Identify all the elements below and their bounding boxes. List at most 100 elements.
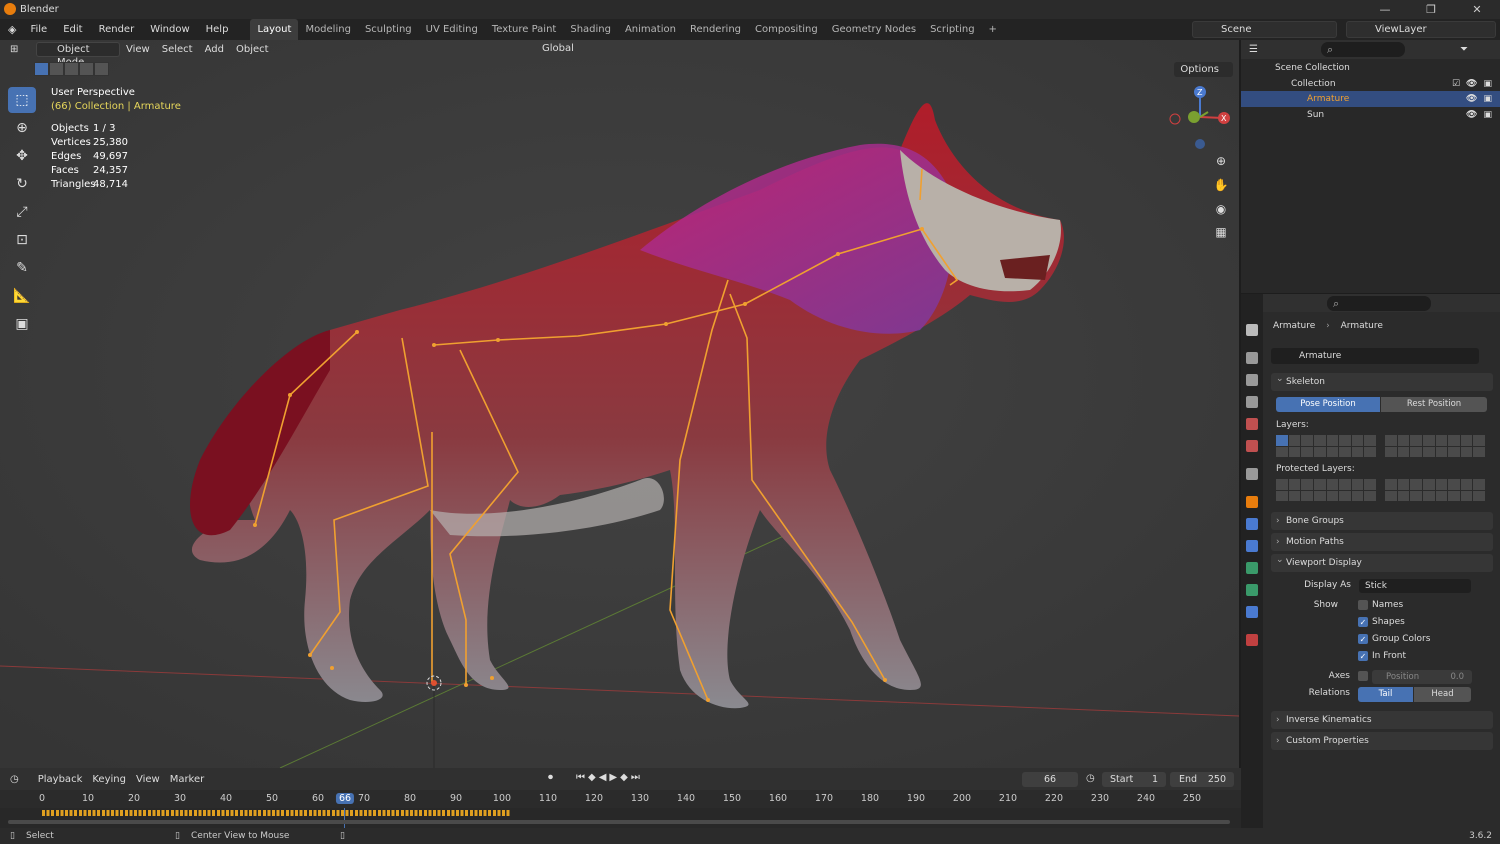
relations-head-button[interactable]: Head	[1414, 687, 1471, 702]
tab-modeling[interactable]: Modeling	[298, 19, 358, 40]
outliner-search-icon[interactable]: ⌕	[1321, 42, 1405, 57]
menu-help[interactable]: Help	[198, 19, 237, 40]
menu-window[interactable]: Window	[142, 19, 197, 40]
output-tab-icon[interactable]	[1246, 374, 1258, 386]
select-new-icon[interactable]	[34, 62, 49, 76]
move-tool[interactable]: ✥	[8, 143, 36, 169]
transform-orientation[interactable]: Global	[524, 41, 580, 56]
armature-data-tab-icon[interactable]	[1246, 562, 1258, 574]
tool-tab-icon[interactable]	[1246, 324, 1258, 336]
camera-icon[interactable]: ▣	[1483, 110, 1492, 120]
bone-tab-icon[interactable]	[1246, 584, 1258, 596]
timeline-menu-view[interactable]: View	[131, 774, 165, 785]
jump-end-icon[interactable]: ⏭	[631, 772, 640, 783]
inverse-kinematics-panel[interactable]: Inverse Kinematics	[1271, 711, 1493, 729]
timeline-menu-marker[interactable]: Marker	[165, 774, 210, 785]
select-box-tool[interactable]: ⬚	[8, 87, 36, 113]
viewport-menu-object[interactable]: Object	[230, 44, 275, 55]
close-icon[interactable]: ✕	[1454, 0, 1500, 19]
ortho-grid-icon[interactable]: ▦	[1210, 221, 1232, 243]
maximize-icon[interactable]: ❐	[1408, 0, 1454, 19]
select-invert-icon[interactable]	[79, 62, 94, 76]
tab-animation[interactable]: Animation	[618, 19, 683, 40]
keyframe-track[interactable]	[42, 810, 510, 816]
tab-rendering[interactable]: Rendering	[683, 19, 748, 40]
eye-icon[interactable]: 👁	[1466, 110, 1477, 120]
names-checkbox[interactable]: Names	[1358, 600, 1403, 610]
current-frame-field[interactable]: 66	[1022, 772, 1078, 787]
outliner-sun[interactable]: Sun 👁 ▣	[1241, 107, 1500, 123]
measure-tool[interactable]: 📐	[8, 283, 36, 309]
view-layer-tab-icon[interactable]	[1246, 396, 1258, 408]
world-tab-icon[interactable]	[1246, 440, 1258, 452]
play-icon[interactable]: ▶	[609, 772, 617, 783]
add-cube-tool[interactable]: ▣	[8, 311, 36, 337]
viewport-menu-add[interactable]: Add	[199, 44, 230, 55]
select-extend-icon[interactable]	[49, 62, 64, 76]
mode-selector[interactable]: Object Mode	[36, 42, 120, 68]
bone-groups-panel[interactable]: Bone Groups	[1271, 512, 1493, 530]
filter-icon[interactable]: ⏷	[1460, 44, 1468, 55]
view-layer-selector[interactable]: ViewLayer	[1346, 21, 1496, 38]
skeleton-panel[interactable]: Skeleton	[1271, 370, 1493, 391]
outliner-scene-collection[interactable]: Scene Collection	[1241, 60, 1500, 76]
start-frame-field[interactable]: Start 1	[1102, 772, 1166, 787]
outliner-armature[interactable]: Armature 👁 ▣	[1241, 91, 1500, 107]
menu-edit[interactable]: Edit	[55, 19, 90, 40]
texture-tab-icon[interactable]	[1246, 634, 1258, 646]
motion-paths-panel[interactable]: Motion Paths	[1271, 533, 1493, 551]
protected-layers-grid-a[interactable]	[1276, 479, 1376, 501]
scene-tab-icon[interactable]	[1246, 418, 1258, 430]
display-as-dropdown[interactable]: Stick	[1359, 579, 1471, 593]
tab-scripting[interactable]: Scripting	[923, 19, 981, 40]
menu-file[interactable]: File	[22, 19, 55, 40]
select-subtract-icon[interactable]	[64, 62, 79, 76]
layers-grid-b[interactable]	[1385, 435, 1485, 457]
tab-sculpting[interactable]: Sculpting	[358, 19, 419, 40]
tab-texture-paint[interactable]: Texture Paint	[485, 19, 564, 40]
3d-viewport[interactable]: ⊞ Object Mode View Select Add Object Glo…	[0, 40, 1239, 768]
relations-tail-button[interactable]: Tail	[1358, 687, 1413, 702]
select-intersect-icon[interactable]	[94, 62, 109, 76]
outliner-collection[interactable]: Collection ☑ 👁 ▣	[1241, 76, 1500, 92]
cursor-tool[interactable]: ⊕	[8, 115, 36, 141]
viewport-display-panel[interactable]: Viewport Display	[1271, 551, 1493, 572]
frame-ruler[interactable]: 0 10 20 30 40 50 60 66 70 80 90 100 110 …	[0, 790, 1241, 808]
eye-icon[interactable]: 👁	[1466, 94, 1477, 104]
camera-icon[interactable]: ▣	[1483, 79, 1492, 89]
in-front-checkbox[interactable]: ✓ In Front	[1358, 651, 1406, 661]
custom-properties-panel[interactable]: Custom Properties	[1271, 732, 1493, 750]
scene-selector[interactable]: Scene	[1192, 21, 1337, 38]
layers-grid-a[interactable]	[1276, 435, 1376, 457]
next-key-icon[interactable]: ◆	[620, 772, 628, 783]
timeline-scrollbar[interactable]	[8, 820, 1230, 824]
timeline-menu-playback[interactable]: Playback	[33, 774, 88, 785]
pose-position-button[interactable]: Pose Position	[1276, 397, 1380, 412]
collection-tab-icon[interactable]	[1246, 468, 1258, 480]
camera-icon[interactable]: ▣	[1483, 94, 1492, 104]
render-tab-icon[interactable]	[1246, 352, 1258, 364]
protected-layers-grid-b[interactable]	[1385, 479, 1485, 501]
zoom-icon[interactable]: ⊕	[1210, 150, 1232, 172]
prev-key-icon[interactable]: ◆	[588, 772, 596, 783]
menu-render[interactable]: Render	[91, 19, 143, 40]
camera-view-icon[interactable]: ◉	[1210, 198, 1232, 220]
current-frame-marker[interactable]: 66	[335, 793, 355, 804]
record-icon[interactable]: ⏺	[548, 772, 553, 783]
tab-shading[interactable]: Shading	[563, 19, 618, 40]
rest-position-button[interactable]: Rest Position	[1381, 397, 1487, 412]
axes-checkbox[interactable]	[1358, 671, 1372, 681]
tab-layout[interactable]: Layout	[250, 19, 299, 40]
constraints-tab-icon[interactable]	[1246, 540, 1258, 552]
timeline-editor-icon[interactable]: ◷	[10, 774, 19, 785]
pan-hand-icon[interactable]: ✋	[1210, 174, 1232, 196]
options-button[interactable]: Options	[1174, 62, 1233, 77]
eye-icon[interactable]: 👁	[1466, 79, 1477, 89]
physics-tab-icon[interactable]	[1246, 518, 1258, 530]
viewport-menu-view[interactable]: View	[120, 44, 156, 55]
properties-search-icon[interactable]: ⌕	[1327, 296, 1431, 311]
outliner-editor-icon[interactable]: ☰	[1249, 44, 1258, 55]
end-frame-field[interactable]: End 250	[1170, 772, 1234, 787]
checkbox-icon[interactable]: ☑	[1452, 79, 1460, 89]
play-reverse-icon[interactable]: ◀	[599, 772, 607, 783]
